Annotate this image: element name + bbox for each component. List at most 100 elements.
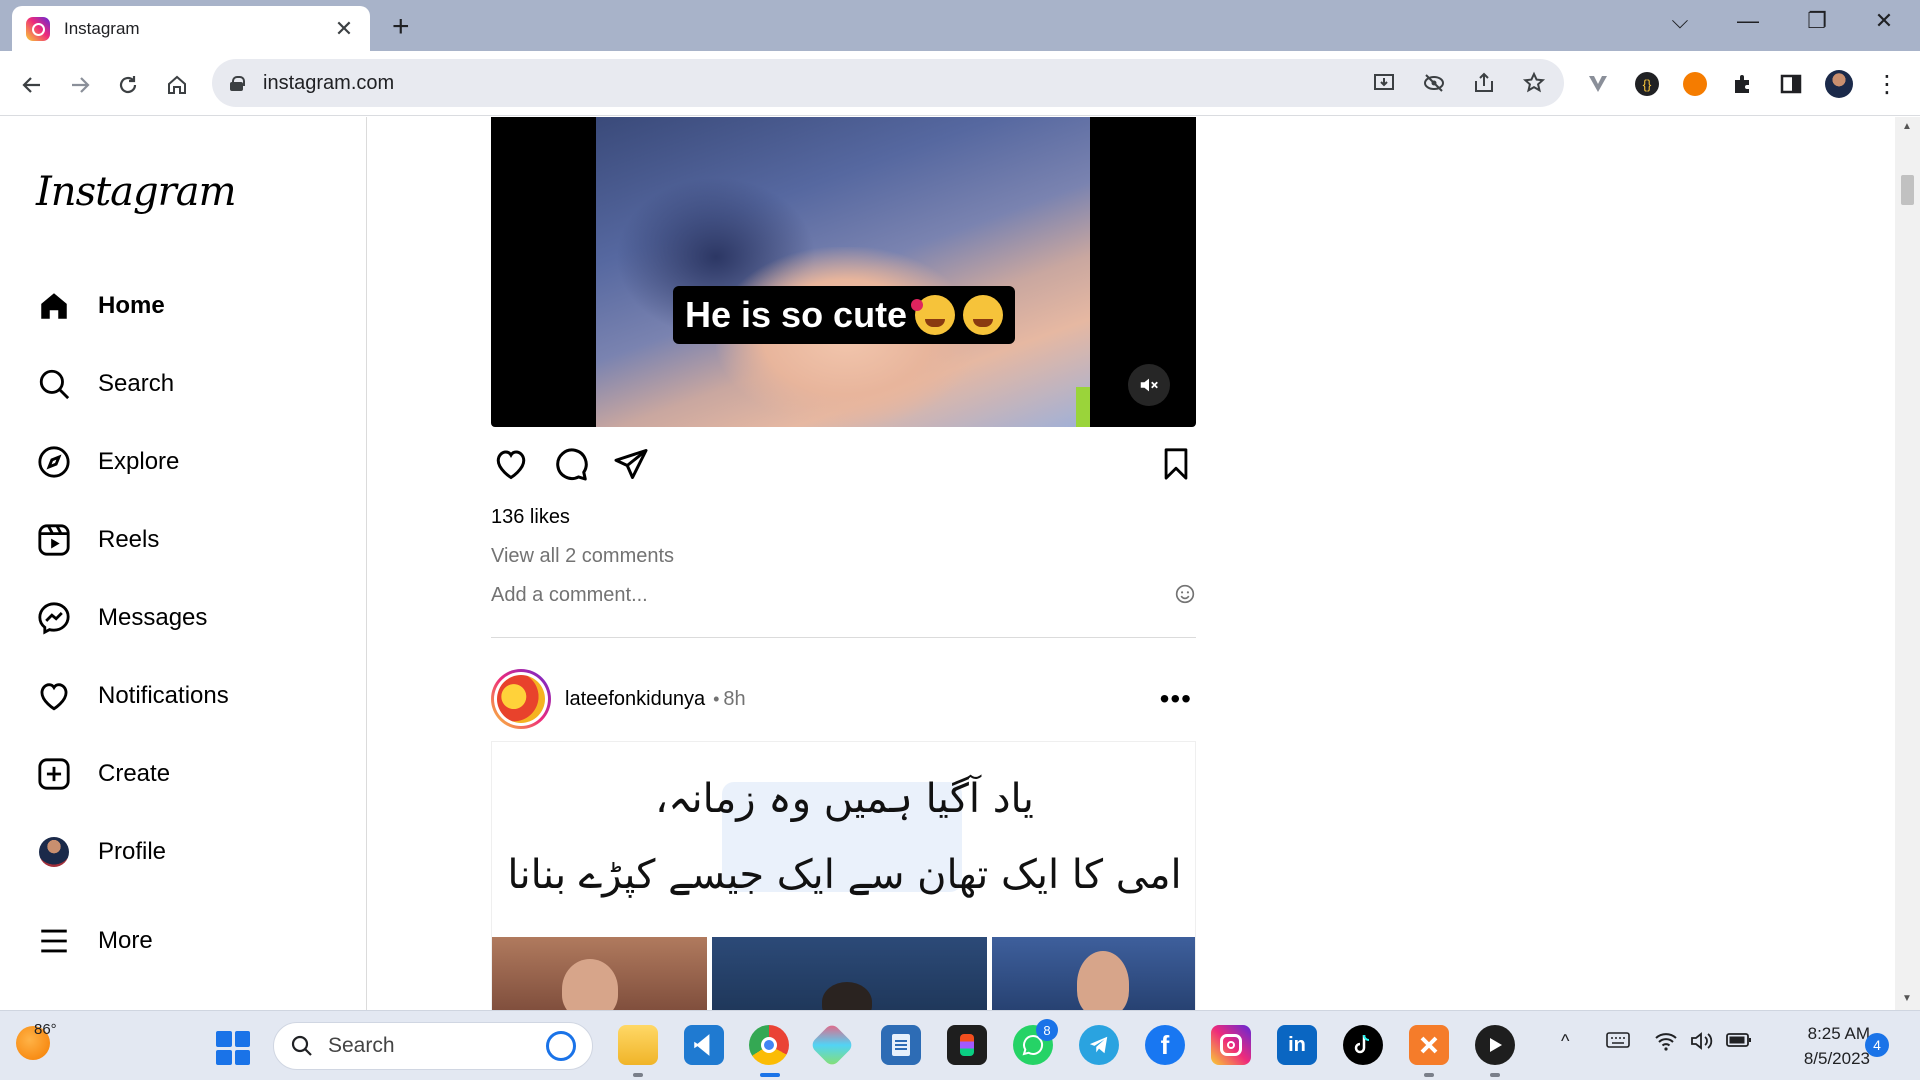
taskbar-search[interactable]: Search (273, 1022, 593, 1070)
media-player-icon[interactable] (1475, 1025, 1515, 1065)
likes-count[interactable]: 136 likes (491, 506, 570, 529)
sidebar-item-search[interactable]: Search (36, 356, 336, 412)
side-panel-icon[interactable] (1776, 69, 1806, 99)
vimeo-extension-icon[interactable] (1583, 69, 1613, 99)
more-options-icon[interactable]: ••• (1160, 683, 1192, 715)
browser-menu-icon[interactable]: ⋮ (1872, 69, 1902, 99)
home-button[interactable] (161, 69, 193, 101)
restore-button[interactable]: ❐ (1797, 8, 1837, 34)
xampp-icon[interactable] (1409, 1025, 1449, 1065)
instagram-page: Instagram Home Search Explore Reels Mess… (0, 117, 1920, 1010)
scroll-up-arrow-icon[interactable]: ▲ (1902, 121, 1912, 132)
forward-button[interactable] (64, 69, 96, 101)
address-bar[interactable]: instagram.com (212, 59, 1564, 107)
instagram-logo[interactable]: Instagram (36, 169, 237, 215)
add-comment-input[interactable]: Add a comment... (491, 584, 648, 607)
close-window-button[interactable]: ✕ (1864, 8, 1904, 34)
sidebar-item-explore[interactable]: Explore (36, 434, 336, 490)
comment-icon (556, 448, 588, 481)
like-button[interactable] (491, 444, 531, 484)
emoji-picker-icon[interactable] (1175, 584, 1195, 604)
instagram-app-icon[interactable] (1211, 1025, 1251, 1065)
urdu-text-line-1: یاد آگیا ہمیں وہ زمانہ، (655, 776, 1034, 822)
reload-button[interactable] (112, 69, 144, 101)
tab-search-dropdown-icon[interactable]: ⌵ (1660, 8, 1700, 34)
story-ring[interactable] (491, 669, 551, 729)
colorful-app-icon[interactable] (809, 1022, 855, 1068)
show-hidden-icons-chevron-icon[interactable]: ^ (1561, 1031, 1569, 1052)
linkedin-icon[interactable]: in (1277, 1025, 1317, 1065)
bookmark-star-icon[interactable] (1522, 71, 1546, 95)
keyboard-icon[interactable] (1606, 1031, 1630, 1054)
bing-icon[interactable] (546, 1031, 576, 1061)
system-clock[interactable]: 8:25 AM 8/5/2023 (1770, 1021, 1870, 1071)
sidebar-item-profile[interactable]: Profile (36, 824, 336, 880)
save-button[interactable] (1156, 444, 1196, 484)
separator-dot: • (713, 688, 720, 709)
tab-strip: Instagram ✕ + ⌵ — ❐ ✕ (0, 0, 1920, 51)
sidebar-item-reels[interactable]: Reels (36, 512, 336, 568)
view-comments-link[interactable]: View all 2 comments (491, 545, 674, 568)
sidebar-item-messages[interactable]: Messages (36, 590, 336, 646)
whatsapp-badge: 8 (1036, 1019, 1058, 1041)
tears-of-joy-icon (963, 295, 1004, 335)
start-button[interactable] (216, 1031, 250, 1065)
messenger-icon (36, 600, 72, 636)
install-app-icon[interactable] (1372, 71, 1396, 95)
file-explorer-icon[interactable] (618, 1025, 658, 1065)
scrollbar-thumb[interactable] (1901, 175, 1914, 205)
figma-icon[interactable] (947, 1025, 987, 1065)
share-button[interactable] (611, 444, 651, 484)
search-icon (36, 366, 72, 402)
post-video[interactable]: He is so cute (491, 117, 1196, 427)
reload-icon (119, 76, 137, 94)
vscode-icon[interactable] (684, 1025, 724, 1065)
post-time[interactable]: 8h (723, 688, 745, 711)
sidebar-item-label: Messages (98, 604, 208, 631)
extensions-puzzle-icon[interactable] (1728, 69, 1758, 99)
post-image[interactable]: یاد آگیا ہمیں وہ زمانہ، امی کا ایک تھان … (491, 741, 1196, 1010)
eye-off-icon[interactable] (1422, 71, 1446, 95)
back-arrow-icon (22, 77, 40, 93)
json-extension-icon[interactable]: {} (1632, 69, 1662, 99)
post-username[interactable]: lateefonkidunya (565, 688, 705, 711)
mute-button[interactable] (1128, 364, 1170, 406)
sidebar-item-notifications[interactable]: Notifications (36, 668, 336, 724)
page-scrollbar[interactable]: ▲ ▼ (1895, 117, 1920, 1010)
battery-icon[interactable] (1726, 1031, 1752, 1054)
sidebar-item-label: Profile (98, 838, 167, 865)
notepad-icon[interactable] (881, 1025, 921, 1065)
temperature[interactable]: 86° (34, 1021, 57, 1038)
instagram-favicon-icon (26, 16, 50, 41)
wifi-icon[interactable] (1654, 1031, 1678, 1056)
sidebar-item-more[interactable]: More (36, 913, 336, 969)
new-tab-button[interactable]: + (392, 10, 410, 44)
telegram-icon[interactable] (1079, 1025, 1119, 1065)
back-button[interactable] (16, 69, 48, 101)
urdu-text-line-2: امی کا ایک تھان سے ایک جیسے کپڑے بنانا (507, 852, 1182, 898)
notification-count-badge[interactable]: 4 (1865, 1033, 1889, 1057)
profile-avatar[interactable] (1824, 69, 1854, 99)
taskbar-search-label: Search (328, 1034, 395, 1057)
facebook-icon[interactable]: f (1145, 1025, 1185, 1065)
comment-button[interactable] (551, 444, 591, 484)
video-caption: He is so cute (673, 286, 1016, 344)
url-text[interactable]: instagram.com (263, 72, 1346, 95)
post-header: lateefonkidunya • 8h ••• (491, 669, 1196, 729)
sidebar-item-label: Explore (98, 448, 180, 475)
sidebar-item-home[interactable]: Home (36, 278, 336, 334)
chrome-icon[interactable] (749, 1025, 789, 1065)
photo-middle (712, 937, 987, 1010)
sidebar-item-create[interactable]: Create (36, 746, 336, 802)
tiktok-icon[interactable] (1343, 1025, 1383, 1065)
avatar (36, 834, 72, 870)
reels-icon (36, 522, 72, 558)
scroll-down-arrow-icon[interactable]: ▼ (1902, 993, 1912, 1004)
orange-extension-icon[interactable] (1680, 69, 1710, 99)
tab-close-icon[interactable]: ✕ (332, 16, 356, 42)
browser-tab[interactable]: Instagram ✕ (12, 6, 370, 51)
minimize-button[interactable]: — (1728, 8, 1768, 34)
share-icon[interactable] (1472, 71, 1496, 95)
volume-icon[interactable] (1690, 1031, 1714, 1056)
bookmark-icon (1164, 448, 1188, 480)
